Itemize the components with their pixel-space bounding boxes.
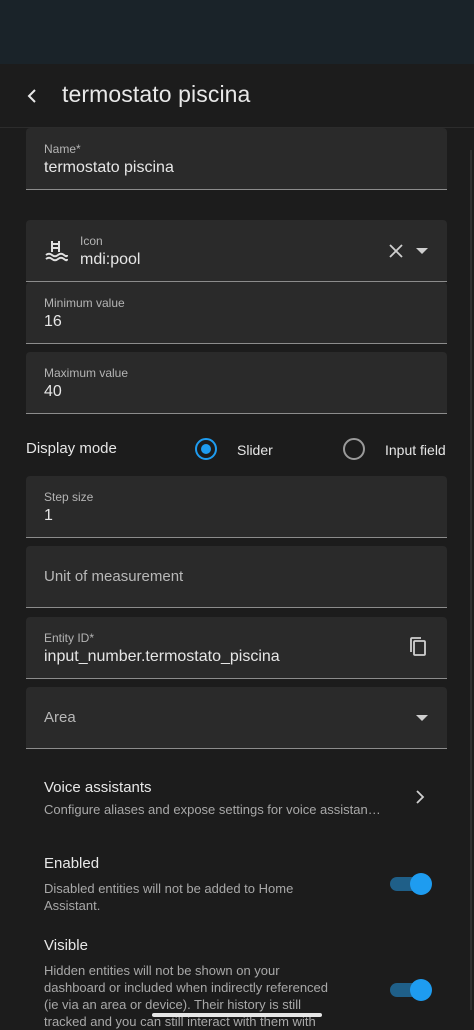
enabled-title: Enabled xyxy=(44,855,100,872)
clear-icon[interactable] xyxy=(386,241,406,261)
page-title: termostato piscina xyxy=(62,81,251,107)
enabled-description-line1: Disabled entities will not be added to H… xyxy=(44,881,294,896)
input-field-radio[interactable] xyxy=(343,438,365,460)
visible-description-line2: dashboard or included when indirectly re… xyxy=(44,980,329,995)
minimum-value-value: 16 xyxy=(44,313,62,330)
entity-id-label: Entity ID* xyxy=(44,631,95,645)
radio-dot xyxy=(201,444,211,454)
voice-assistants-row[interactable]: Voice assistants Configure aliases and e… xyxy=(0,770,474,832)
toggle-knob xyxy=(410,873,432,895)
visible-description-line1: Hidden entities will not be shown on you… xyxy=(44,963,280,978)
visible-toggle[interactable] xyxy=(390,979,432,1001)
chevron-left-icon xyxy=(27,89,36,103)
step-size-label: Step size xyxy=(44,490,94,504)
entity-id-value: input_number.termostato_piscina xyxy=(44,648,280,665)
unit-of-measurement-placeholder: Unit of measurement xyxy=(44,568,184,585)
input-field-option-label[interactable]: Input field xyxy=(385,442,446,458)
status-bar xyxy=(0,0,474,64)
minimum-value-label: Minimum value xyxy=(44,296,125,310)
app-bar: termostato piscina xyxy=(0,64,474,128)
icon-field[interactable]: Icon mdi:pool xyxy=(26,220,447,282)
enabled-toggle[interactable] xyxy=(390,873,432,895)
icon-field-value: mdi:pool xyxy=(80,251,141,268)
voice-assistants-title: Voice assistants xyxy=(44,779,152,796)
visible-title: Visible xyxy=(44,937,88,954)
name-field[interactable]: Name* termostato piscina xyxy=(26,128,447,190)
maximum-value-label: Maximum value xyxy=(44,366,129,380)
voice-assistants-description: Configure aliases and expose settings fo… xyxy=(44,802,381,817)
entity-id-field[interactable]: Entity ID* input_number.termostato_pisci… xyxy=(26,617,447,679)
back-button[interactable] xyxy=(18,82,46,110)
area-placeholder: Area xyxy=(44,709,76,726)
enabled-description-line2: Assistant. xyxy=(44,898,101,913)
chevron-right-icon xyxy=(410,787,430,807)
area-field[interactable]: Area xyxy=(26,687,447,749)
maximum-value-field[interactable]: Maximum value 40 xyxy=(26,352,447,414)
icon-field-label: Icon xyxy=(80,234,103,248)
step-size-value: 1 xyxy=(44,507,53,524)
copy-icon[interactable] xyxy=(406,635,430,659)
name-field-value: termostato piscina xyxy=(44,159,174,176)
slider-radio[interactable] xyxy=(195,438,217,460)
unit-of-measurement-field[interactable]: Unit of measurement xyxy=(26,546,447,608)
home-indicator[interactable] xyxy=(152,1013,322,1017)
maximum-value-value: 40 xyxy=(44,383,62,400)
display-mode-label: Display mode xyxy=(26,440,117,457)
dropdown-arrow-icon[interactable] xyxy=(412,241,432,261)
area-dropdown-arrow-icon[interactable] xyxy=(412,708,432,728)
visible-description-line3: (ie via an area or device). Their histor… xyxy=(44,997,301,1012)
pool-icon xyxy=(42,236,70,264)
slider-option-label[interactable]: Slider xyxy=(237,442,273,458)
scrollbar[interactable] xyxy=(470,150,472,1010)
toggle-knob xyxy=(410,979,432,1001)
name-field-label: Name* xyxy=(44,142,81,156)
step-size-field[interactable]: Step size 1 xyxy=(26,476,447,538)
minimum-value-field[interactable]: Minimum value 16 xyxy=(26,282,447,344)
